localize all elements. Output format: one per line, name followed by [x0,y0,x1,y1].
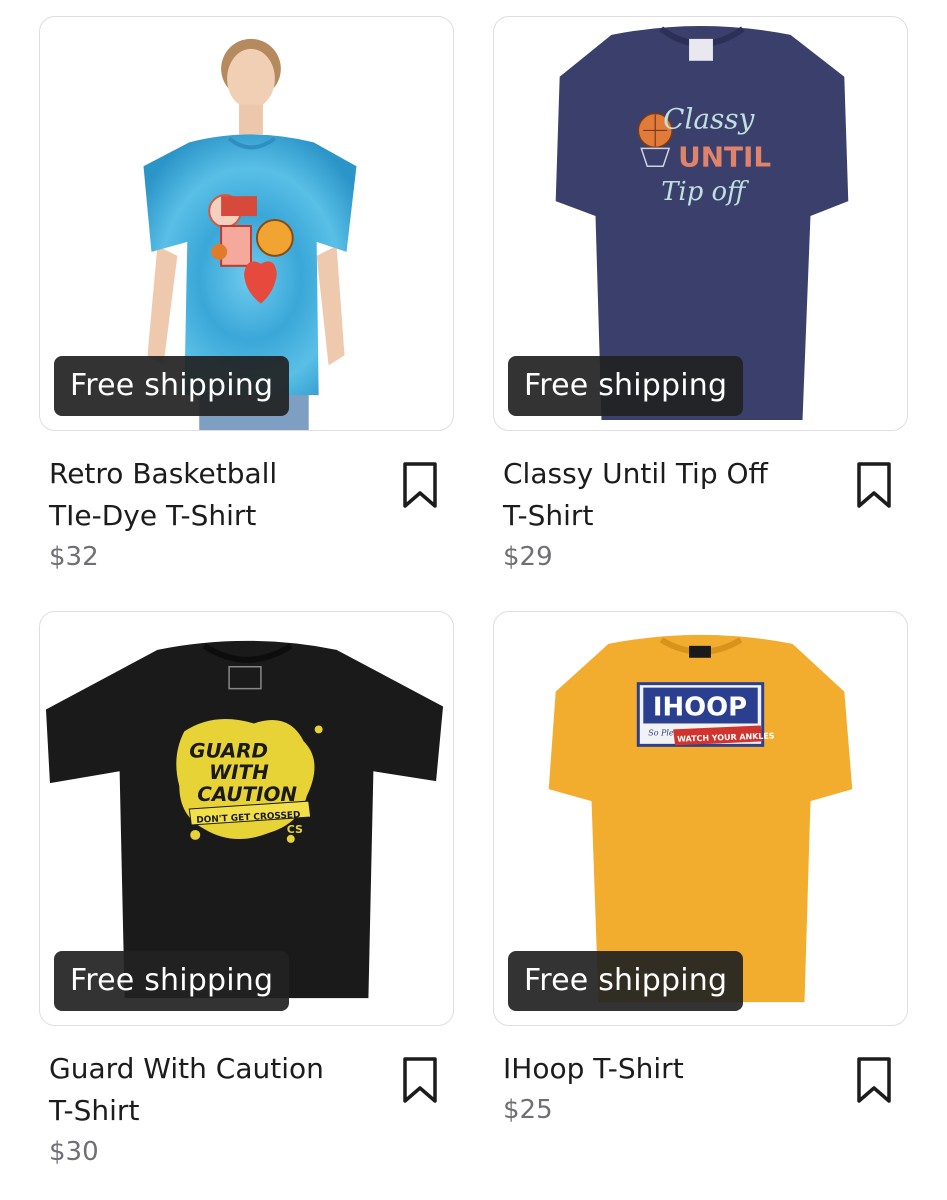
artwork-text: Classy [663,102,755,135]
free-shipping-badge: Free shipping [508,951,744,1011]
product-info: IHoop T-Shirt $25 [493,1026,908,1128]
product-title-line: Classy Until Tip Off [503,457,768,490]
product-info: Retro Basketball TIe-Dye T-Shirt $32 [39,431,454,575]
save-button[interactable] [852,461,896,517]
artwork-text: IHOOP [653,692,747,722]
free-shipping-badge: Free shipping [54,951,290,1011]
product-image[interactable]: Free shipping [39,16,454,431]
product-info: Guard With Caution T-Shirt $30 [39,1026,454,1170]
artwork-text: UNTIL [678,140,771,173]
artwork-text: WITH [209,761,269,784]
product-card[interactable]: Free shipping Retro Basketball TIe-Dye T… [39,16,454,575]
save-button[interactable] [398,1056,442,1112]
save-button[interactable] [398,461,442,517]
product-title-line: Retro Basketball [49,457,278,490]
product-image[interactable]: GUARD WITH CAUTION DON'T GET CROSSED CS … [39,611,454,1026]
product-price: $29 [503,542,553,572]
artwork-text: Tip off [661,177,750,207]
bookmark-icon [857,1057,891,1103]
bookmark-icon [857,462,891,508]
product-title[interactable]: Guard With Caution T-Shirt [49,1048,384,1132]
artwork-text: CS [287,823,303,836]
product-price: $25 [503,1095,553,1125]
product-title-line: TIe-Dye T-Shirt [49,499,257,532]
product-title[interactable]: Retro Basketball TIe-Dye T-Shirt [49,453,384,537]
bookmark-icon [403,1057,437,1103]
product-image[interactable]: IHOOP So Please WATCH YOUR ANKLES Free s… [493,611,908,1026]
free-shipping-badge: Free shipping [54,356,290,416]
product-title-line: Guard With Caution [49,1052,324,1085]
product-card[interactable]: GUARD WITH CAUTION DON'T GET CROSSED CS … [39,611,454,1170]
product-card[interactable]: Classy UNTIL Tip off Free shipping Class… [493,16,908,575]
product-title[interactable]: IHoop T-Shirt [503,1048,838,1090]
product-grid: Free shipping Retro Basketball TIe-Dye T… [0,0,947,1200]
save-button[interactable] [852,1056,896,1112]
product-card[interactable]: IHOOP So Please WATCH YOUR ANKLES Free s… [493,611,908,1128]
free-shipping-badge: Free shipping [508,356,744,416]
artwork-text: GUARD [189,739,268,762]
product-image[interactable]: Classy UNTIL Tip off Free shipping [493,16,908,431]
product-title-line: IHoop T-Shirt [503,1052,684,1085]
product-price: $32 [49,542,99,572]
product-price: $30 [49,1137,99,1167]
product-title-line: T-Shirt [49,1094,140,1127]
product-info: Classy Until Tip Off T-Shirt $29 [493,431,908,575]
product-title-line: T-Shirt [503,499,594,532]
bookmark-icon [403,462,437,508]
product-title[interactable]: Classy Until Tip Off T-Shirt [503,453,838,537]
